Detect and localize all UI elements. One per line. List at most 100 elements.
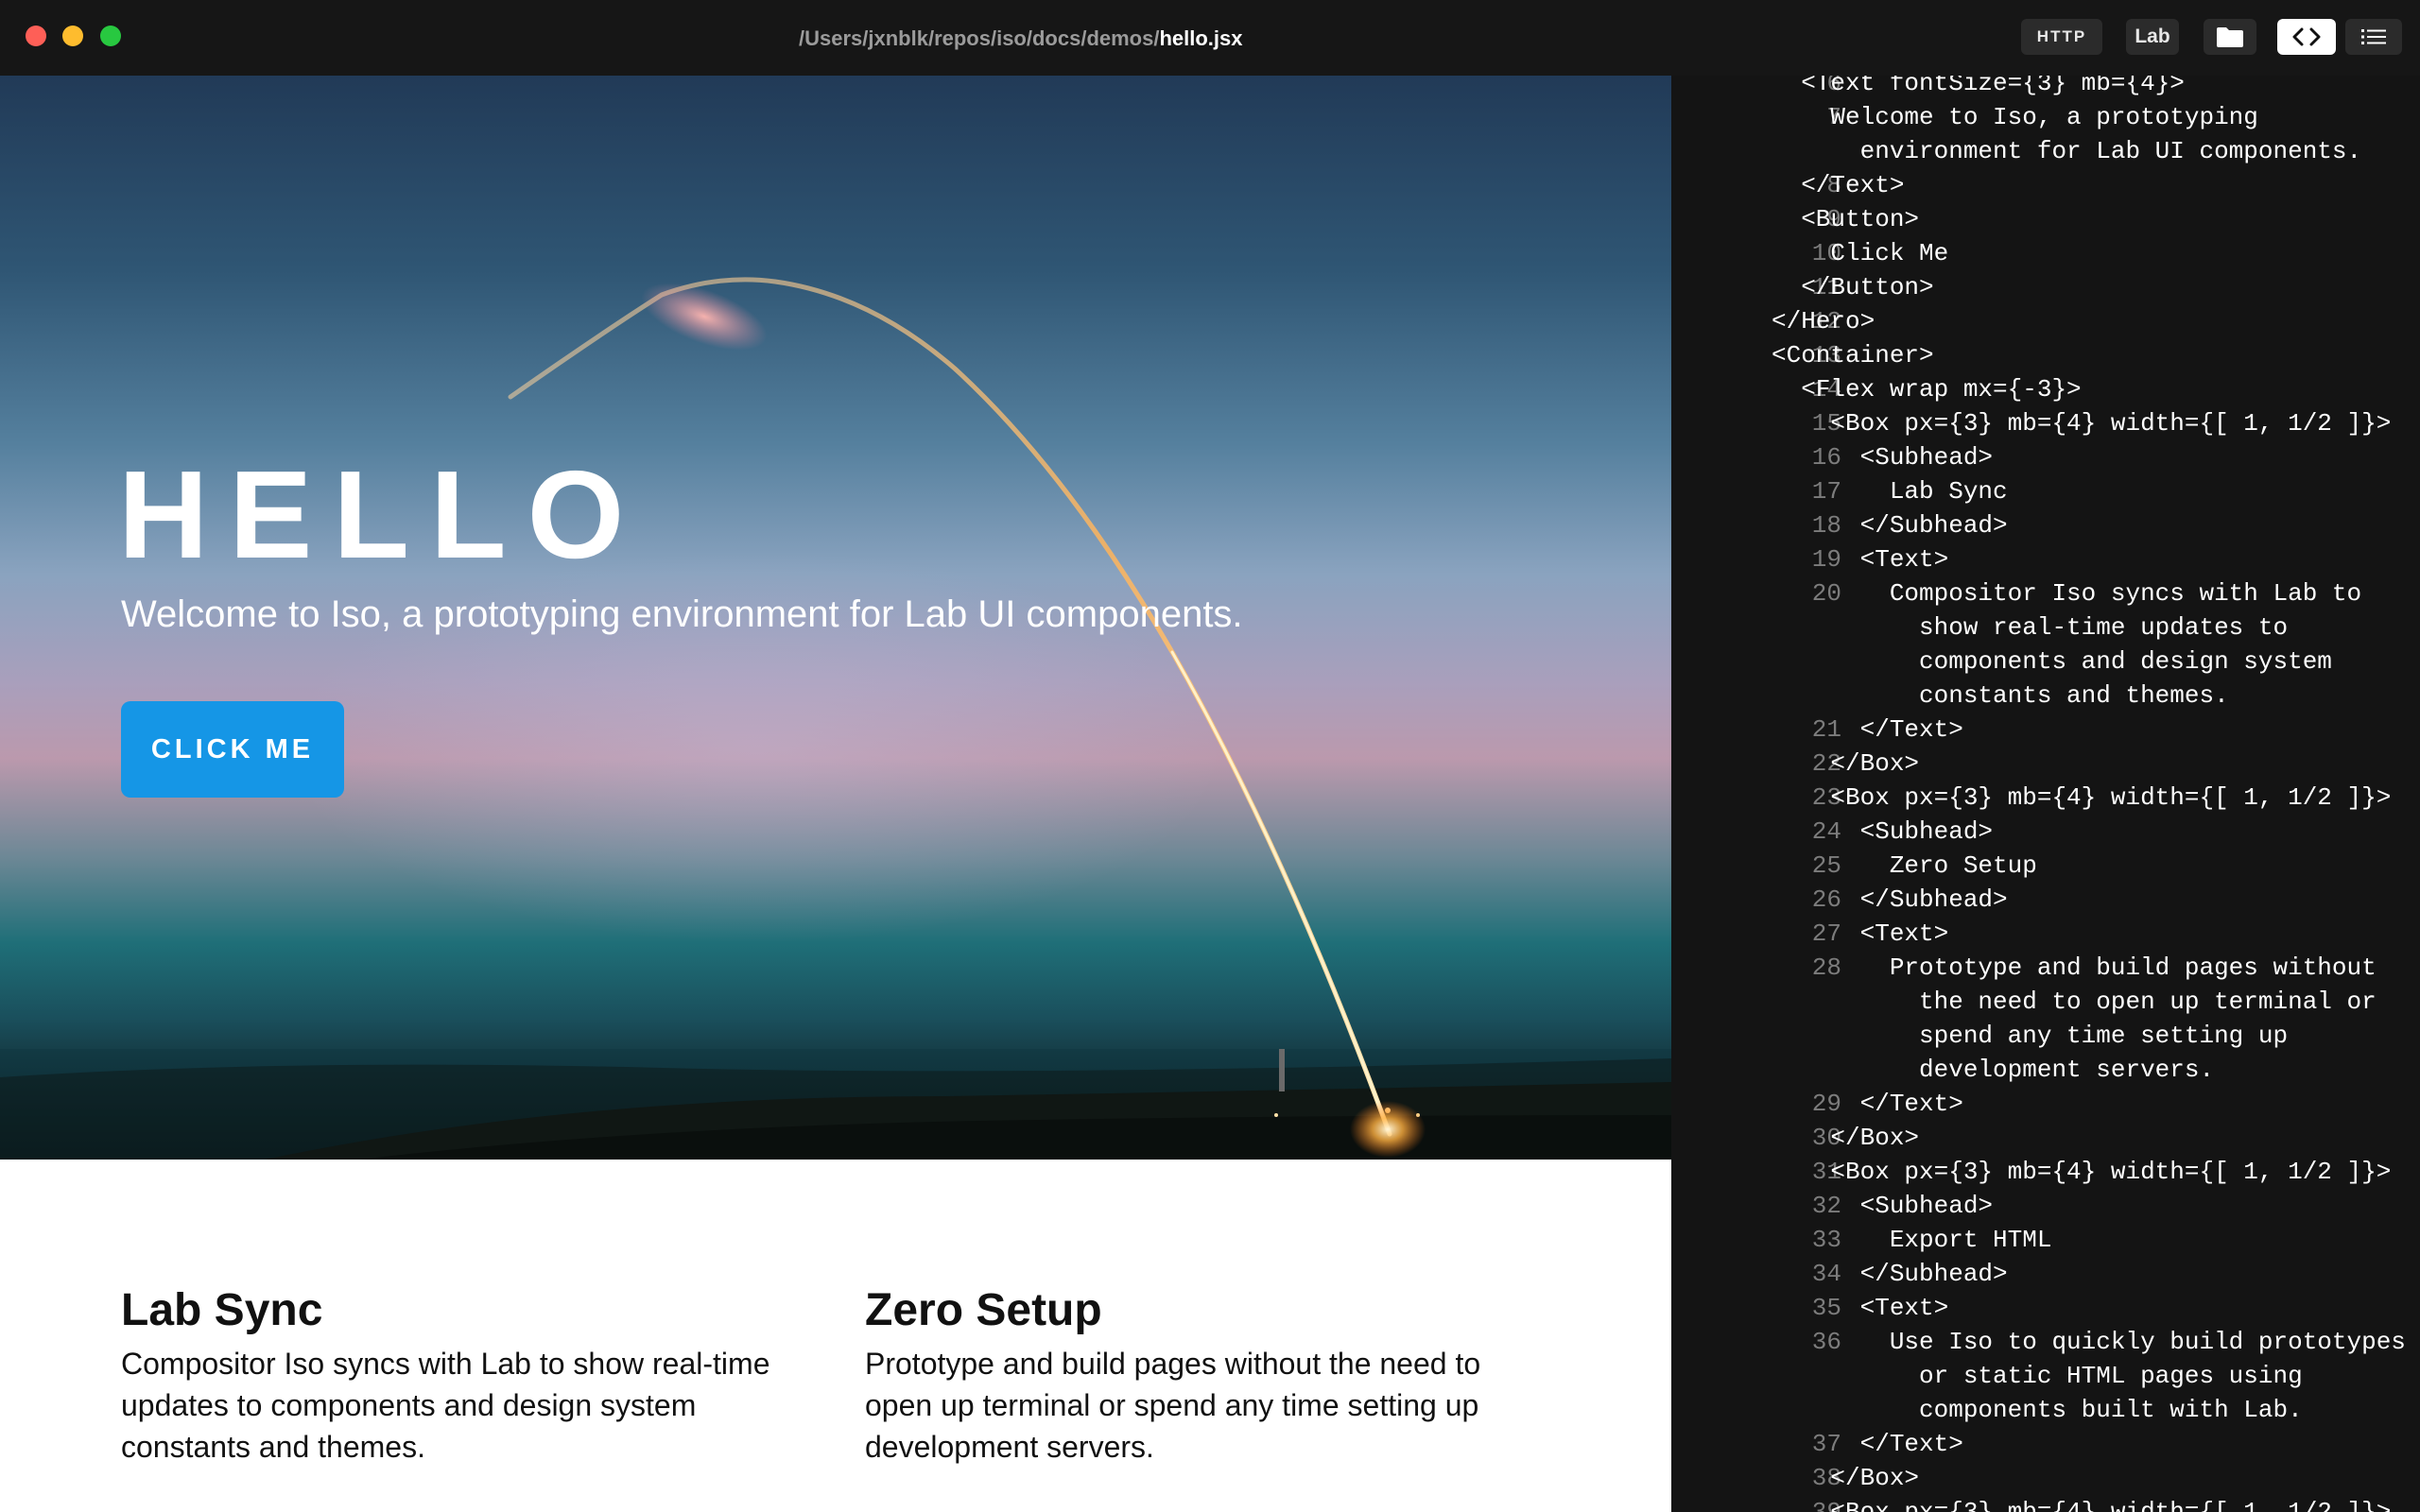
file-name: hello.jsx: [1159, 26, 1243, 50]
zoom-window-button[interactable]: [100, 26, 121, 46]
code-text: </Text>: [1772, 171, 1905, 199]
code-text: <Box px={3} mb={4} width={[ 1, 1/2 ]}>: [1772, 409, 2392, 438]
code-text: <Container>: [1772, 341, 1934, 369]
code-text: or static HTML pages using: [1772, 1362, 2303, 1390]
code-text: spend any time setting up: [1772, 1022, 2289, 1050]
code-text: <Subhead>: [1772, 817, 1994, 846]
code-text: <Box px={3} mb={4} width={[ 1, 1/2 ]}>: [1772, 783, 2392, 812]
code-line: 36 Use Iso to quickly build prototypes: [1671, 1325, 2420, 1359]
hero-title: HELLO: [118, 445, 646, 584]
code-line: components built with Lab.: [1671, 1393, 2420, 1427]
code-line: 32 <Subhead>: [1671, 1189, 2420, 1223]
code-text: constants and themes.: [1772, 681, 2229, 710]
code-line: environment for Lab UI components.: [1671, 134, 2420, 168]
code-line: 6 <Text fontSize={3} mb={4}>: [1671, 76, 2420, 100]
code-line: 15 <Box px={3} mb={4} width={[ 1, 1/2 ]}…: [1671, 406, 2420, 440]
code-text: </Text>: [1772, 1090, 1963, 1118]
close-window-button[interactable]: [26, 26, 46, 46]
code-text: <Text>: [1772, 545, 1949, 574]
code-text: <Subhead>: [1772, 443, 1994, 472]
window-title: /Users/jxnblk/repos/iso/docs/demos/hello…: [799, 25, 1243, 53]
code-text: <Subhead>: [1772, 1192, 1994, 1220]
code-text: components and design system: [1772, 647, 2332, 676]
http-button[interactable]: HTTP: [2021, 19, 2102, 55]
code-icon: [2292, 27, 2321, 46]
code-view-button[interactable]: [2277, 19, 2336, 55]
code-line: 34 </Subhead>: [1671, 1257, 2420, 1291]
code-line: constants and themes.: [1671, 679, 2420, 713]
code-line: 20 Compositor Iso syncs with Lab to: [1671, 576, 2420, 610]
code-line: 13 <Container>: [1671, 338, 2420, 372]
code-line: the need to open up terminal or: [1671, 985, 2420, 1019]
code-line: 25 Zero Setup: [1671, 849, 2420, 883]
code-text: Welcome to Iso, a prototyping: [1772, 103, 2258, 131]
hero-section: HELLO Welcome to Iso, a prototyping envi…: [0, 76, 1671, 1160]
code-line: 22 </Box>: [1671, 747, 2420, 781]
code-line: spend any time setting up: [1671, 1019, 2420, 1053]
code-line: 9 <Button>: [1671, 202, 2420, 236]
code-text: development servers.: [1772, 1056, 2215, 1084]
code-text: Export HTML: [1772, 1226, 2052, 1254]
code-line: 19 <Text>: [1671, 542, 2420, 576]
code-line: 28 Prototype and build pages without: [1671, 951, 2420, 985]
feature-title: Lab Sync: [121, 1285, 323, 1335]
code-line: 21 </Text>: [1671, 713, 2420, 747]
code-line: 7 Welcome to Iso, a prototyping: [1671, 100, 2420, 134]
code-editor[interactable]: 6 <Text fontSize={3} mb={4}> 7 Welcome to…: [1671, 76, 2420, 1512]
code-line: 38 </Box>: [1671, 1461, 2420, 1495]
code-text: </Box>: [1772, 749, 1920, 778]
code-text: </Box>: [1772, 1124, 1920, 1152]
code-text: <Flex wrap mx={-3}>: [1772, 375, 2082, 404]
code-text: </Subhead>: [1772, 1260, 2008, 1288]
code-text: <Text fontSize={3} mb={4}>: [1772, 76, 2185, 97]
feature-text: Compositor Iso syncs with Lab to show re…: [121, 1347, 770, 1464]
code-line: development servers.: [1671, 1053, 2420, 1087]
code-line: 33 Export HTML: [1671, 1223, 2420, 1257]
feature-text: Prototype and build pages without the ne…: [865, 1347, 1481, 1464]
code-text: </Hero>: [1772, 307, 1876, 335]
code-line: 26 </Subhead>: [1671, 883, 2420, 917]
code-line: show real-time updates to: [1671, 610, 2420, 644]
code-text: </Box>: [1772, 1464, 1920, 1492]
code-line: 31 <Box px={3} mb={4} width={[ 1, 1/2 ]}…: [1671, 1155, 2420, 1189]
features-section: Lab Sync Compositor Iso syncs with Lab t…: [0, 1160, 1671, 1512]
code-text: the need to open up terminal or: [1772, 988, 2377, 1016]
code-line: 11 </Button>: [1671, 270, 2420, 304]
code-text: <Text>: [1772, 919, 1949, 948]
code-text: environment for Lab UI components.: [1772, 137, 2362, 165]
hero-subtitle: Welcome to Iso, a prototyping environmen…: [121, 593, 1243, 635]
code-text: <Box px={3} mb={4} width={[ 1, 1/2 ]}>: [1772, 1158, 2392, 1186]
file-path-prefix: /Users/jxnblk/repos/iso/docs/demos/: [799, 26, 1160, 50]
folder-button[interactable]: [2204, 19, 2256, 55]
feature-zero-setup: Zero Setup Prototype and build pages wit…: [865, 1282, 1555, 1468]
code-text: Click Me: [1772, 239, 1949, 267]
click-me-button[interactable]: CLICK ME: [121, 701, 344, 798]
code-line: 23 <Box px={3} mb={4} width={[ 1, 1/2 ]}…: [1671, 781, 2420, 815]
code-line: 37 </Text>: [1671, 1427, 2420, 1461]
feature-title: Zero Setup: [865, 1285, 1102, 1335]
code-text: <Box px={3} mb={4} width={[ 1, 1/2 ]}>: [1772, 1498, 2392, 1512]
code-line: 30 </Box>: [1671, 1121, 2420, 1155]
code-line: 8 </Text>: [1671, 168, 2420, 202]
code-line: 16 <Subhead>: [1671, 440, 2420, 474]
lab-button[interactable]: Lab: [2126, 19, 2179, 55]
code-text: Zero Setup: [1772, 851, 2037, 880]
code-line: 14 <Flex wrap mx={-3}>: [1671, 372, 2420, 406]
code-line: components and design system: [1671, 644, 2420, 679]
code-line: 29 </Text>: [1671, 1087, 2420, 1121]
code-text: </Button>: [1772, 273, 1934, 301]
code-lines: 6 <Text fontSize={3} mb={4}> 7 Welcome to…: [1671, 76, 2420, 1512]
title-bar: /Users/jxnblk/repos/iso/docs/demos/hello…: [0, 0, 2420, 76]
code-text: <Text>: [1772, 1294, 1949, 1322]
code-text: </Text>: [1772, 1430, 1963, 1458]
list-icon: [2361, 29, 2386, 44]
code-text: </Subhead>: [1772, 511, 2008, 540]
code-line: 39 <Box px={3} mb={4} width={[ 1, 1/2 ]}…: [1671, 1495, 2420, 1512]
code-line: 24 <Subhead>: [1671, 815, 2420, 849]
list-view-button[interactable]: [2345, 19, 2402, 55]
code-text: Compositor Iso syncs with Lab to: [1772, 579, 2362, 608]
code-line: 27 <Text>: [1671, 917, 2420, 951]
minimize-window-button[interactable]: [62, 26, 83, 46]
code-line: 35 <Text>: [1671, 1291, 2420, 1325]
code-line: 17 Lab Sync: [1671, 474, 2420, 508]
